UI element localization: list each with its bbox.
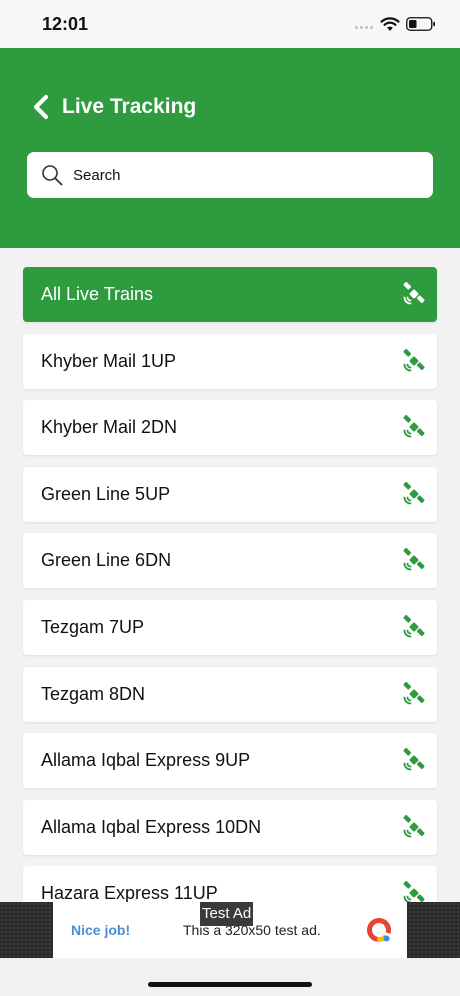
satellite-icon[interactable] (401, 681, 427, 707)
bottom-safe-area (0, 958, 460, 996)
search-icon (42, 165, 63, 186)
page-title: Live Tracking (62, 95, 197, 118)
app-header: Live Tracking (0, 48, 460, 248)
train-item[interactable]: Tezgam 8DN (23, 666, 437, 722)
train-list: All Live Trains Khyber Mail 1UP Khyber Mai… (23, 267, 437, 933)
train-label: Green Line 5UP (41, 483, 171, 504)
home-indicator[interactable] (148, 982, 312, 987)
train-item-all-live[interactable]: All Live Trains (23, 267, 437, 322)
ad-logo-icon (367, 918, 391, 942)
train-item[interactable]: Khyber Mail 2DN (23, 400, 437, 456)
satellite-icon[interactable] (401, 348, 427, 374)
satellite-icon[interactable] (401, 547, 427, 573)
satellite-icon[interactable] (401, 814, 427, 840)
train-item[interactable]: Tezgam 7UP (23, 599, 437, 655)
satellite-icon[interactable] (401, 747, 427, 773)
train-label: Khyber Mail 2DN (41, 417, 178, 438)
satellite-icon[interactable] (401, 414, 427, 440)
satellite-icon[interactable] (401, 481, 427, 507)
test-ad-tag: Test Ad (200, 902, 254, 926)
battery-icon (406, 17, 435, 31)
train-label: Allama Iqbal Express 10DN (41, 816, 262, 837)
train-label: Tezgam 8DN (41, 683, 146, 704)
train-label: All Live Trains (41, 284, 154, 304)
train-item[interactable]: Allama Iqbal Express 9UP (23, 733, 437, 789)
train-label: Tezgam 7UP (41, 616, 145, 637)
train-item[interactable]: Allama Iqbal Express 10DN (23, 799, 437, 855)
train-item[interactable]: Green Line 6DN (23, 533, 437, 589)
search-bar[interactable] (27, 152, 433, 198)
search-input[interactable] (73, 152, 413, 198)
status-time: 12:01 (42, 14, 89, 34)
cellular-signal-icon (355, 26, 375, 30)
wifi-icon (380, 17, 400, 31)
train-item[interactable]: Khyber Mail 1UP (23, 333, 437, 389)
status-bar: 12:01 (0, 0, 460, 48)
satellite-icon[interactable] (401, 281, 427, 307)
train-label: Allama Iqbal Express 9UP (41, 750, 251, 771)
train-label: Khyber Mail 1UP (41, 350, 177, 371)
satellite-icon[interactable] (401, 614, 427, 640)
train-label: Green Line 6DN (41, 550, 172, 571)
ad-headline: Nice job! (71, 922, 131, 938)
train-item[interactable]: Green Line 5UP (23, 466, 437, 522)
chevron-left-icon[interactable] (30, 94, 52, 120)
